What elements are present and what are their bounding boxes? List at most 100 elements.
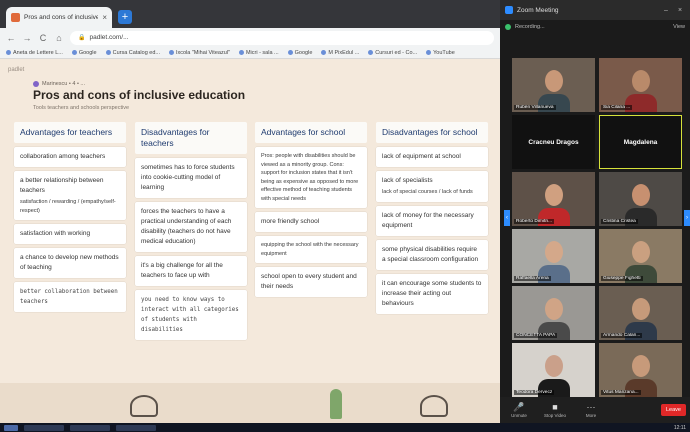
home-icon[interactable]: ⌂ [54, 33, 64, 43]
leave-button[interactable]: Leave [661, 404, 686, 416]
post-text: it's a big challenge for all the teacher… [141, 262, 223, 279]
bookmark-item[interactable]: Google [71, 50, 97, 56]
bookmark-label: Aneta de Lettere L... [13, 49, 63, 56]
padlet-post[interactable]: Pros: people with disabilities should be… [255, 147, 367, 208]
bookmark-label: Micri - sala ... [245, 49, 279, 56]
participant-name: Vitus Manzana... [601, 390, 641, 395]
back-icon[interactable]: ← [6, 33, 16, 43]
participant-tile[interactable]: Roberto Dimitri... [512, 172, 595, 226]
post-text: more friendly school [261, 218, 320, 225]
participant-name: Roberto Dimitri... [514, 219, 554, 224]
post-text: a better relationship between teachers [20, 177, 104, 194]
browser-tab[interactable]: Pros and cons of inclusive educ × [6, 7, 112, 28]
post-text: Pros: people with disabilities should be… [261, 153, 359, 202]
bookmark-item[interactable]: Micri - sala ... [238, 49, 279, 56]
author-avatar [33, 81, 39, 87]
participant-tile[interactable]: Cracneu Dragos [512, 115, 595, 169]
close-window-icon[interactable]: × [675, 7, 685, 14]
padlet-logo[interactable]: padlet [8, 67, 24, 73]
bookmark-item[interactable]: Cursa Catalog ed... [105, 50, 160, 56]
participant-tile[interactable]: CONCETTA PAPA [512, 286, 595, 340]
taskbar-app[interactable] [24, 424, 64, 431]
post-extra-text: lack of special courses / lack of funds [382, 189, 473, 195]
url-input[interactable]: 🔒 padlet.com/... [70, 30, 494, 45]
tab-title: Pros and cons of inclusive educ [24, 14, 99, 21]
padlet-post[interactable]: collaboration among teachers [14, 147, 126, 167]
participant-tile[interactable]: Vitus Manzana... [599, 343, 682, 397]
unmute-button[interactable]: 🎤 Unmute [504, 402, 534, 418]
padlet-post[interactable]: you need to know ways to interact with a… [135, 290, 247, 340]
reload-icon[interactable]: C [38, 33, 48, 43]
participant-video-head [545, 355, 563, 377]
participant-tile[interactable]: Armando Calan... [599, 286, 682, 340]
participant-tile[interactable]: Teodora Dervecz [512, 343, 595, 397]
padlet-board: padlet Marinescu • 4 • ... Pros and cons… [0, 59, 500, 423]
participant-tile[interactable]: Rubén Villanueva [512, 58, 595, 112]
zoom-status-bar: Recording... View [500, 20, 690, 34]
more-button[interactable]: ··· More [576, 402, 606, 418]
more-dots-icon: ··· [586, 402, 596, 412]
participant-video-head [632, 70, 650, 92]
video-camera-icon: ■ [552, 402, 558, 412]
taskbar-app[interactable] [70, 424, 110, 431]
padlet-post[interactable]: it can encourage some students to increa… [376, 273, 488, 314]
new-tab-button[interactable]: + [118, 10, 132, 24]
zoom-title-bar: Zoom Meeting – × [500, 0, 690, 20]
bookmark-item[interactable]: Cursuri ed - Co... [368, 50, 417, 56]
next-page-arrow-icon[interactable]: › [684, 210, 690, 226]
post-text: sometimes has to force students into coo… [141, 164, 235, 191]
zoom-window: Zoom Meeting – × Recording... View ‹ Rub… [500, 0, 690, 423]
padlet-post[interactable]: some physical disabilities require a spe… [376, 239, 488, 270]
bookmark-item[interactable]: Ixcola "Mihai Viteazul" [168, 49, 230, 56]
padlet-post[interactable]: lack of equipment at school [376, 147, 488, 167]
clock: 12:11 [673, 424, 686, 431]
bookmark-item[interactable]: M PixEdul ... [321, 50, 359, 56]
forward-icon[interactable]: → [22, 33, 32, 43]
participant-tile[interactable]: Sia Cilana ... [599, 58, 682, 112]
padlet-post[interactable]: satisfaction with working [14, 224, 126, 244]
post-text: collaboration among teachers [20, 153, 106, 160]
participant-name: Teodora Dervecz [514, 390, 555, 395]
close-tab-icon[interactable]: × [102, 13, 107, 22]
lock-icon: 🔒 [78, 35, 86, 41]
participant-tile[interactable]: Giuseppe Fighetti [599, 229, 682, 283]
padlet-post[interactable]: better collaboration between teachers [14, 282, 126, 312]
participant-tile[interactable]: Magdalena [599, 115, 682, 169]
participant-name: Raffaella Arena [514, 276, 551, 281]
post-text: forces the teachers to have a practical … [141, 208, 232, 245]
stop-video-button[interactable]: ■ Stop Video [540, 402, 570, 418]
padlet-post[interactable]: it's a big challenge for all the teacher… [135, 256, 247, 286]
participant-name: Magdalena [623, 138, 658, 146]
column-advantages-teachers: Advantages for teachers collaboration amo… [14, 122, 126, 316]
participant-tile[interactable]: Cristina Cristea [599, 172, 682, 226]
padlet-post[interactable]: forces the teachers to have a practical … [135, 202, 247, 252]
padlet-post[interactable]: a chance to develop new methods of teach… [14, 248, 126, 278]
previous-page-arrow-icon[interactable]: ‹ [504, 210, 510, 226]
start-icon[interactable] [4, 424, 18, 431]
bookmark-item[interactable]: YouTube [426, 50, 455, 56]
padlet-post[interactable]: lack of specialists lack of special cours… [376, 171, 488, 202]
padlet-post[interactable]: school open to every student and their n… [255, 267, 367, 297]
bookmark-favicon-icon [287, 50, 293, 55]
bookmark-item[interactable]: Google [287, 50, 312, 56]
post-text: some physical disabilities require a spe… [382, 245, 479, 263]
padlet-post[interactable]: a better relationship between teachers sa… [14, 171, 126, 220]
bookmark-label: M PixEdul ... [328, 49, 360, 56]
participant-video-head [545, 241, 563, 263]
column-header: Advantages for teachers [14, 122, 126, 143]
minimize-icon[interactable]: – [661, 7, 671, 14]
padlet-post[interactable]: more friendly school [255, 212, 367, 232]
padlet-post[interactable]: lack of money for the necessary equipmen… [376, 205, 488, 236]
bookmark-item[interactable]: Aneta de Lettere L... [6, 50, 63, 56]
board-subtitle: Tools teachers and schools perspective [33, 105, 129, 111]
post-extra-text: satisfaction / rewarding / (empathy/self… [20, 199, 116, 214]
padlet-post[interactable]: sometimes has to force students into coo… [135, 158, 247, 198]
participant-tile[interactable]: Raffaella Arena [512, 229, 595, 283]
bookmark-label: Ixcola "Mihai Viteazul" [175, 49, 230, 56]
padlet-post[interactable]: equipping the school with the necessary … [255, 236, 367, 263]
post-text: lack of specialists [382, 177, 433, 184]
post-text: satisfaction with working [20, 230, 91, 237]
taskbar-app[interactable] [116, 424, 156, 431]
participant-video-head [632, 298, 650, 320]
view-button[interactable]: View [673, 24, 685, 30]
